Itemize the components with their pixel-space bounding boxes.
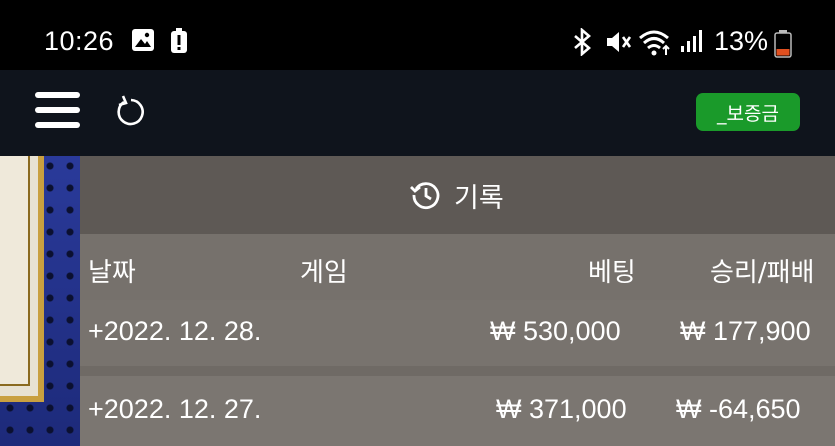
signal-icon [681,30,702,52]
picture-frame-inner [0,156,30,386]
status-bar [0,0,835,70]
history-title: 기록 [454,182,504,214]
mute-icon [607,32,632,52]
row-win-loss: ₩ 177,900 [680,316,811,346]
image-icon [132,29,154,51]
row-date: +2022. 12. 27. [88,394,262,424]
column-header-date: 날짜 [88,258,136,288]
alert-icon [171,28,187,53]
battery-icon [774,30,792,58]
row-bet: ₩ 530,000 [490,316,621,346]
battery-percent: 13% [714,26,769,56]
row-bet: ₩ 371,000 [496,394,627,424]
history-title-group: 기록 [410,178,504,214]
status-time: 10:26 [44,26,115,56]
deposit-button[interactable]: _보증금 [696,93,800,131]
row-divider [80,366,835,376]
row-win-loss: ₩ -64,650 [676,394,801,424]
column-header-bet: 베팅 [588,258,636,288]
row-date: +2022. 12. 28. [88,316,262,346]
history-icon [410,182,440,210]
menu-icon[interactable] [35,92,80,130]
refresh-icon[interactable] [114,95,148,129]
bluetooth-icon [574,28,591,56]
wifi-icon [639,30,670,56]
column-header-game: 게임 [300,258,348,288]
column-header-win-loss: 승리/패배 [710,258,815,288]
